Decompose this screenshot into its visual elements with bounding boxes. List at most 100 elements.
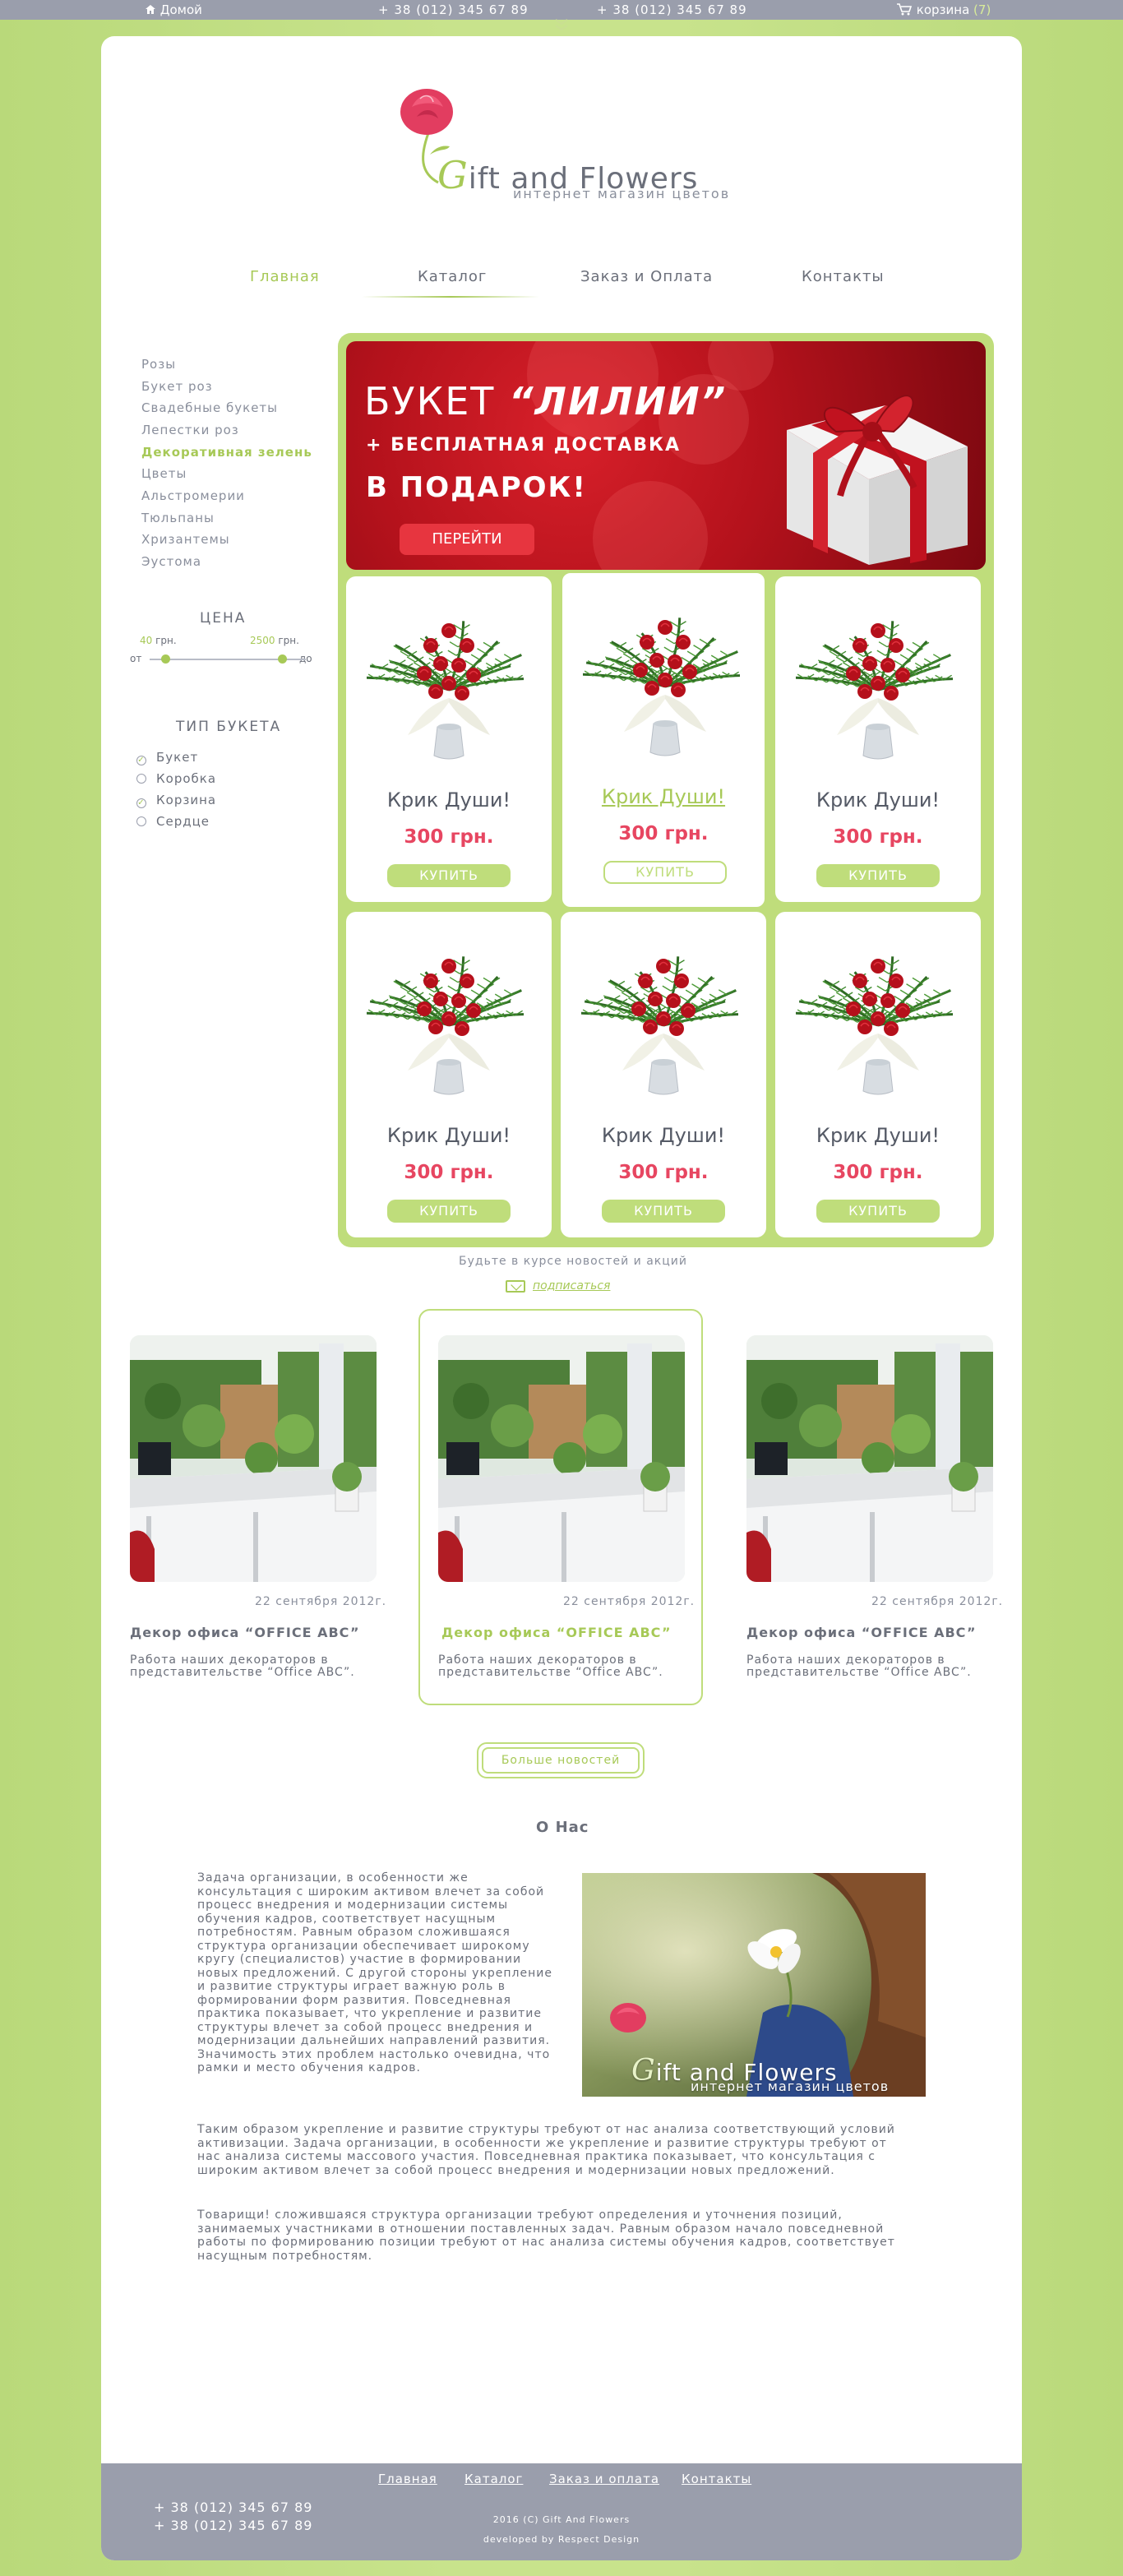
news-date: 22 сентября 2012г. [255, 1595, 387, 1608]
about-paragraph-2: Таким образом укрепление и развитие стру… [197, 2123, 895, 2177]
footer-phone-1: + 38 (012) 345 67 89 [154, 2500, 313, 2515]
footer-link-contacts[interactable]: Контакты [682, 2472, 751, 2486]
about-image-title-initial: G [631, 2054, 656, 2088]
sidebar-item-flowers[interactable]: Цветы [141, 466, 187, 481]
nav-contacts[interactable]: Контакты [802, 268, 885, 285]
type-option-label: Коробка [156, 771, 217, 786]
sidebar-item-tulips[interactable]: Тюльпаны [141, 511, 215, 525]
product-image[interactable] [580, 927, 746, 1099]
product-name[interactable]: Крик Души! [561, 1124, 766, 1147]
product-name[interactable]: Крик Души! [562, 785, 765, 808]
product-card[interactable]: Крик Души! 300 грн. КУПИТЬ [346, 576, 552, 902]
cart-link[interactable]: корзина (7) [896, 2, 991, 17]
footer-link-catalog[interactable]: Каталог [464, 2472, 523, 2486]
top-phone-2: + 38 (012) 345 67 89 [597, 2, 747, 17]
sidebar-item-chrysanthemums[interactable]: Хризантемы [141, 532, 230, 547]
type-option-label: Корзина [156, 793, 217, 807]
nav-home[interactable]: Главная [250, 268, 320, 285]
product-name[interactable]: Крик Души! [346, 789, 552, 812]
product-price: 300 грн. [618, 1162, 709, 1183]
top-bar: Домой + 38 (012) 345 67 89 + 38 (012) 34… [0, 0, 1123, 20]
sidebar-item-eustoma[interactable]: Эустома [141, 554, 201, 569]
product-image[interactable] [795, 927, 960, 1099]
checkbox-checked-icon[interactable]: ✓ [136, 798, 146, 808]
product-image[interactable] [366, 591, 531, 764]
product-image[interactable] [795, 591, 960, 764]
home-icon [146, 5, 155, 14]
product-image[interactable] [582, 588, 747, 761]
cart-label: корзина [916, 2, 970, 17]
buy-button[interactable]: КУПИТЬ [602, 1200, 725, 1223]
footer-link-home[interactable]: Главная [378, 2472, 437, 2486]
news-date: 22 сентября 2012г. [563, 1595, 696, 1608]
price-slider-max-handle[interactable] [278, 654, 287, 664]
about-image-subtitle: интернет магазин цветов [691, 2079, 890, 2094]
cart-icon [897, 3, 913, 16]
footer-link-order-payment[interactable]: Заказ и оплата [549, 2472, 659, 2486]
about-paragraph-1: Задача организации, в особенности же кон… [197, 1871, 552, 2074]
product-card[interactable]: Крик Души! 300 грн. КУПИТЬ [346, 912, 552, 1237]
checkbox-empty-icon[interactable] [136, 774, 146, 784]
about-image: Gift and Flowers интернет магазин цветов [582, 1873, 926, 2097]
sidebar-item-alstroemeria[interactable]: Альстромерии [141, 488, 245, 503]
product-image[interactable] [366, 927, 531, 1099]
type-option-bouquet[interactable]: ✓ Букет [136, 750, 198, 765]
mail-icon[interactable] [506, 1280, 525, 1293]
product-card[interactable]: Крик Души! 300 грн. КУПИТЬ [775, 576, 981, 902]
banner-line1-prefix: БУКЕТ [364, 379, 496, 423]
price-filter-title: ЦЕНА [200, 610, 247, 627]
subscribe-text: Будьте в курсе новостей и акций [459, 1255, 687, 1268]
more-news-button[interactable]: Больше новостей [477, 1742, 645, 1778]
type-option-box[interactable]: Коробка [136, 771, 216, 786]
buy-button[interactable]: КУПИТЬ [816, 864, 940, 887]
promo-banner[interactable]: БУКЕТ “ЛИЛИИ” + БЕСПЛАТНАЯ ДОСТАВКА В ПО… [346, 341, 986, 570]
type-option-basket[interactable]: ✓ Корзина [136, 793, 216, 808]
price-max-display: 2500 грн. [250, 635, 299, 646]
sidebar-item-petals[interactable]: Лепестки роз [141, 423, 239, 437]
home-label: Домой [159, 2, 202, 17]
buy-button[interactable]: КУПИТЬ [816, 1200, 940, 1223]
news-title[interactable]: Декор офиса “OFFICE ABC” [130, 1625, 360, 1640]
nav-catalog[interactable]: Каталог [418, 268, 487, 285]
product-name[interactable]: Крик Души! [775, 789, 981, 812]
type-option-label: Букет [156, 750, 199, 765]
subscribe-link[interactable]: подписаться [533, 1279, 610, 1293]
news-image[interactable] [130, 1335, 377, 1582]
checkbox-empty-icon[interactable] [136, 816, 146, 826]
price-slider-min-handle[interactable] [161, 654, 170, 664]
news-title[interactable]: Декор офиса “OFFICE ABC” [746, 1625, 977, 1640]
news-image[interactable] [438, 1335, 685, 1582]
banner-line-3: В ПОДАРОК! [366, 471, 587, 504]
top-phone-1: + 38 (012) 345 67 89 [378, 2, 529, 17]
type-option-heart[interactable]: Сердце [136, 814, 210, 829]
type-option-label: Сердце [156, 814, 210, 829]
home-link[interactable]: Домой [145, 2, 202, 17]
logo-title-initial: G [437, 153, 469, 197]
banner-line-2: + БЕСПЛАТНАЯ ДОСТАВКА [366, 435, 682, 456]
product-card[interactable]: Крик Души! 300 грн. КУПИТЬ [561, 571, 766, 909]
sidebar-item-roses[interactable]: Розы [141, 357, 176, 372]
banner-go-button[interactable]: ПЕРЕЙТИ [400, 524, 534, 555]
product-price: 300 грн. [833, 1162, 923, 1183]
news-title[interactable]: Декор офиса “OFFICE ABC” [441, 1625, 672, 1640]
product-name[interactable]: Крик Души! [346, 1124, 552, 1147]
more-news-label: Больше новостей [482, 1747, 640, 1774]
sidebar-item-wedding[interactable]: Свадебные букеты [141, 400, 278, 415]
scroll-down-icon[interactable] [552, 18, 571, 33]
nav-active-underline [362, 296, 539, 298]
buy-button[interactable]: КУПИТЬ [603, 861, 727, 884]
nav-order-payment[interactable]: Заказ и Оплата [580, 268, 713, 285]
sidebar-item-rose-bouquet[interactable]: Букет роз [141, 379, 213, 394]
checkbox-checked-icon[interactable]: ✓ [136, 756, 146, 765]
buy-button[interactable]: КУПИТЬ [387, 864, 511, 887]
product-card[interactable]: Крик Души! 300 грн. КУПИТЬ [775, 912, 981, 1237]
sidebar-item-decorative-greens[interactable]: Декоративная зелень [141, 445, 312, 460]
product-name[interactable]: Крик Души! [775, 1124, 981, 1147]
product-card[interactable]: Крик Души! 300 грн. КУПИТЬ [561, 912, 766, 1237]
buy-button[interactable]: КУПИТЬ [387, 1200, 511, 1223]
price-min-display: 40 грн. [140, 635, 177, 646]
product-price: 300 грн. [404, 1162, 494, 1183]
news-text: Работа наших декораторов в представитель… [130, 1653, 355, 1679]
news-image[interactable] [746, 1335, 993, 1582]
cart-count: (7) [973, 2, 991, 17]
